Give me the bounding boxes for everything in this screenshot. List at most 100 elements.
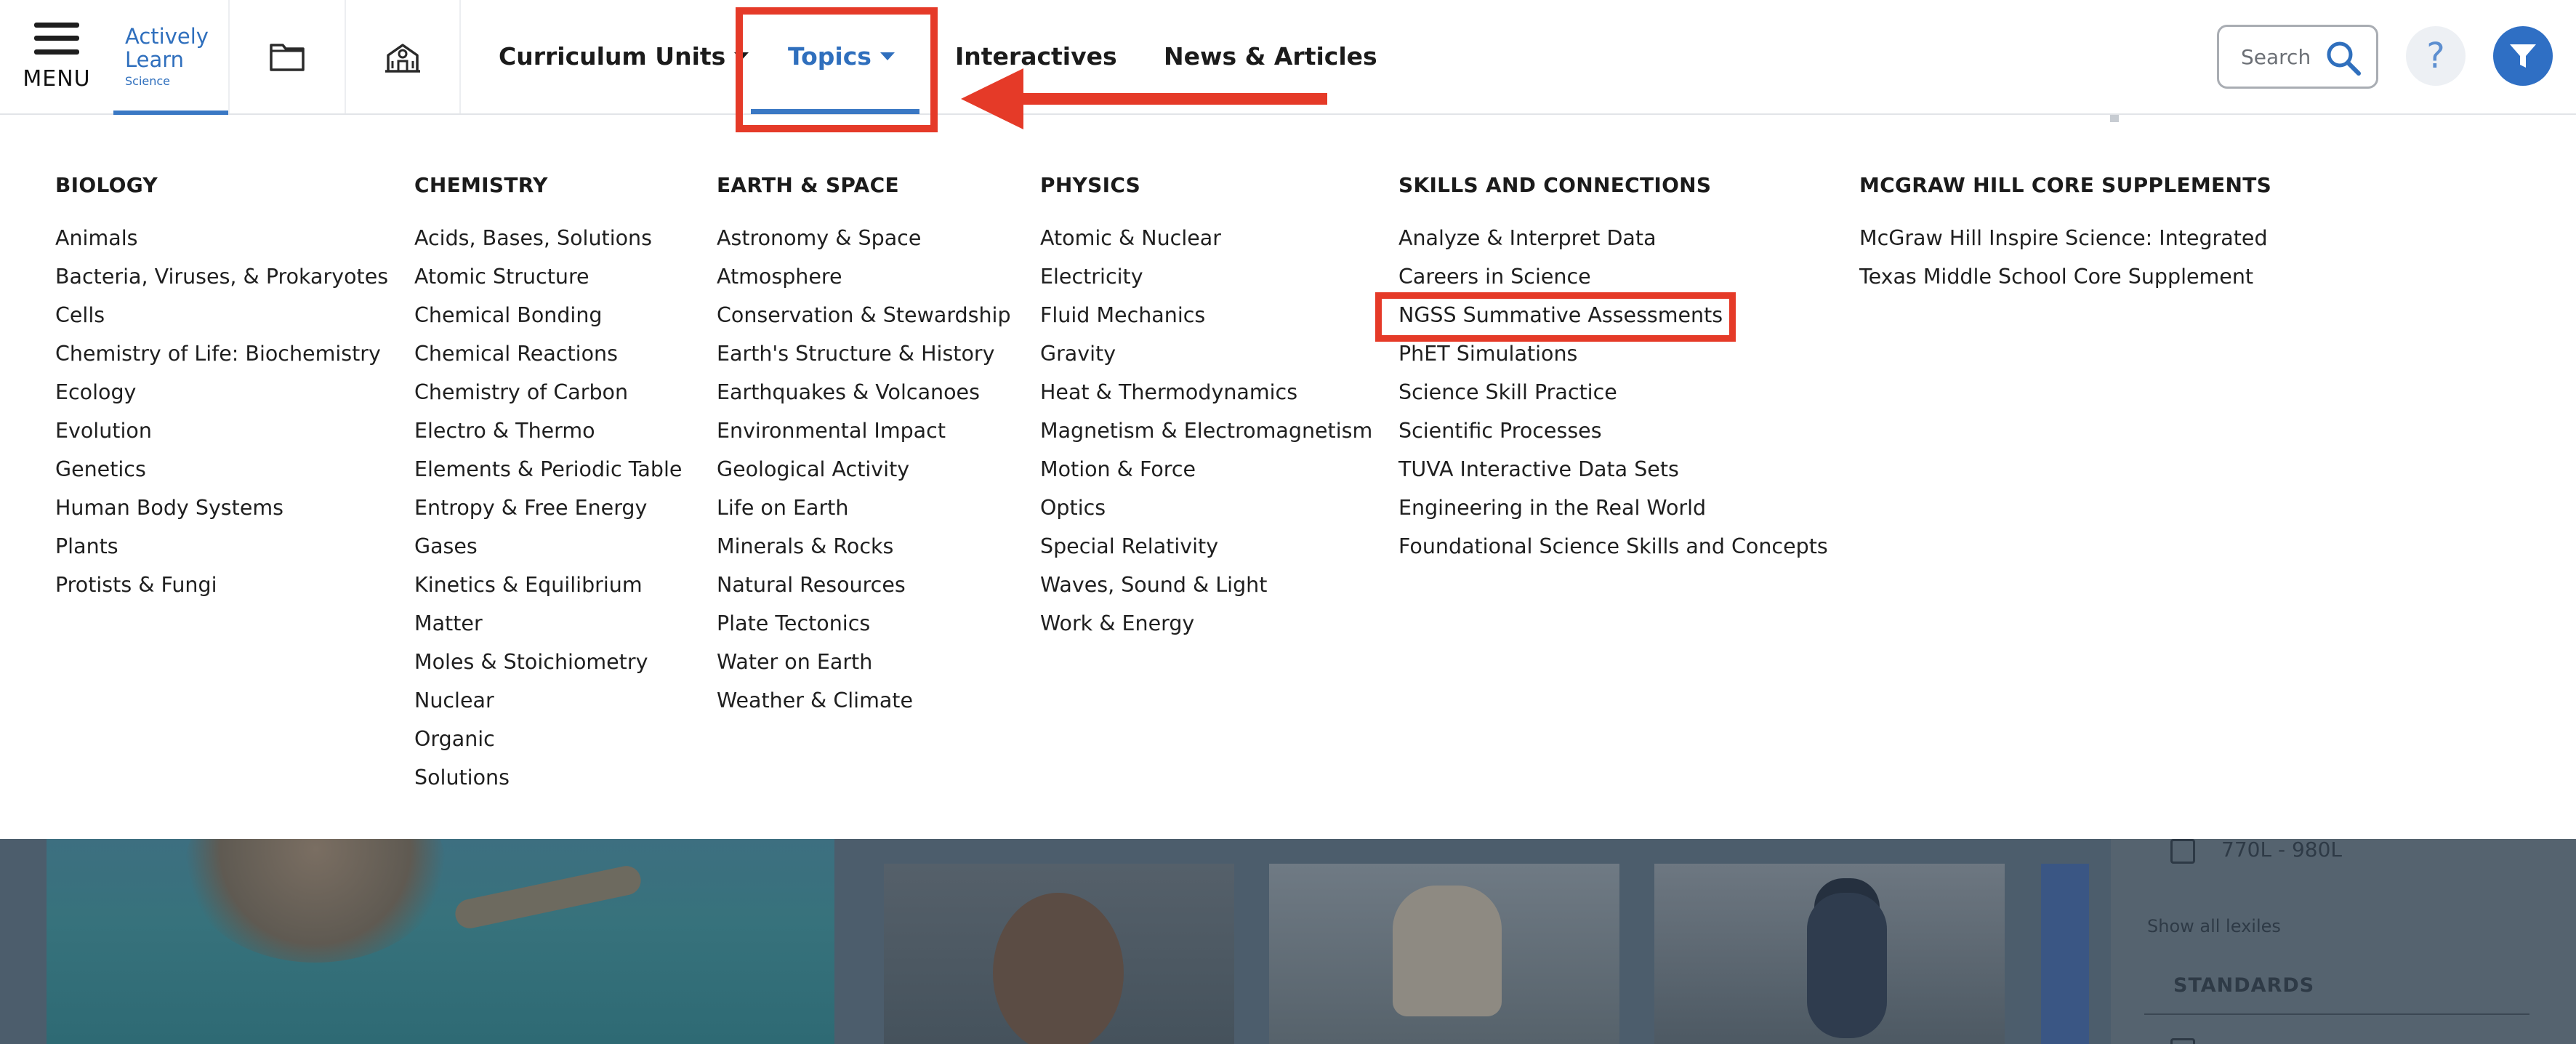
- topic-link[interactable]: Optics: [1040, 494, 1372, 532]
- topic-link[interactable]: Atomic Structure: [414, 262, 682, 301]
- actively-learn-logo[interactable]: Actively Learn Science: [113, 0, 228, 115]
- topic-link[interactable]: Elements & Periodic Table: [414, 455, 682, 494]
- topic-link[interactable]: Electro & Thermo: [414, 417, 682, 455]
- topic-link[interactable]: Entropy & Free Energy: [414, 494, 682, 532]
- topic-link[interactable]: Geological Activity: [717, 455, 1011, 494]
- topic-link[interactable]: Work & Energy: [1040, 609, 1372, 648]
- nav-curriculum-units[interactable]: Curriculum Units: [499, 39, 749, 73]
- menu-button[interactable]: MENU: [0, 0, 113, 113]
- topic-list: McGraw Hill Inspire Science: Integrated T…: [1859, 224, 2271, 301]
- topic-link[interactable]: Organic: [414, 725, 682, 763]
- topic-link[interactable]: Heat & Thermodynamics: [1040, 378, 1372, 417]
- topic-link[interactable]: Weather & Climate: [717, 686, 1011, 725]
- topic-link[interactable]: Analyze & Interpret Data: [1398, 224, 1828, 262]
- topic-link[interactable]: Plate Tectonics: [717, 609, 1011, 648]
- topic-link[interactable]: Texas Middle School Core Supplement: [1859, 262, 2271, 301]
- folder-icon: [270, 44, 305, 71]
- hero-image: [47, 839, 834, 1044]
- logo-subtitle: Science: [125, 74, 171, 88]
- topic-link[interactable]: Moles & Stoichiometry: [414, 648, 682, 686]
- topic-link[interactable]: Minerals & Rocks: [717, 532, 1011, 571]
- annotation-highlight-topics: [736, 7, 938, 132]
- topic-link[interactable]: Ecology: [55, 378, 388, 417]
- topic-link[interactable]: Life on Earth: [717, 494, 1011, 532]
- search-icon[interactable]: [2322, 37, 2364, 79]
- topic-link[interactable]: Evolution: [55, 417, 388, 455]
- topic-link[interactable]: Engineering in the Real World: [1398, 494, 1828, 532]
- standards-heading: STANDARDS: [2173, 974, 2315, 997]
- topic-link[interactable]: McGraw Hill Inspire Science: Integrated: [1859, 224, 2271, 262]
- topic-link[interactable]: Astronomy & Space: [717, 224, 1011, 262]
- topic-link[interactable]: Natural Resources: [717, 571, 1011, 609]
- help-icon: ?: [2426, 36, 2445, 76]
- topic-link[interactable]: Plants: [55, 532, 388, 571]
- topic-link[interactable]: Water on Earth: [717, 648, 1011, 686]
- topic-link[interactable]: Earth's Structure & History: [717, 340, 1011, 378]
- topic-link[interactable]: Earthquakes & Volcanoes: [717, 378, 1011, 417]
- topic-link[interactable]: Cells: [55, 301, 388, 340]
- topic-link[interactable]: Animals: [55, 224, 388, 262]
- topic-list: Acids, Bases, Solutions Atomic Structure C…: [414, 224, 682, 802]
- topic-link[interactable]: Science Skill Practice: [1398, 378, 1828, 417]
- topic-link[interactable]: Magnetism & Electromagnetism: [1040, 417, 1372, 455]
- topic-link[interactable]: Acids, Bases, Solutions: [414, 224, 682, 262]
- hero-image-swimmer: [185, 839, 446, 963]
- topic-link[interactable]: Chemistry of Carbon: [414, 378, 682, 417]
- article-thumbnail[interactable]: [884, 864, 1234, 1044]
- topic-list: Analyze & Interpret Data Careers in Scien…: [1398, 224, 1828, 571]
- topic-column-skills-connections: SKILLS AND CONNECTIONS Analyze & Interpre…: [1398, 173, 1828, 571]
- topic-link[interactable]: Scientific Processes: [1398, 417, 1828, 455]
- school-button[interactable]: [345, 0, 461, 113]
- topic-link[interactable]: Atomic & Nuclear: [1040, 224, 1372, 262]
- topic-link[interactable]: Matter: [414, 609, 682, 648]
- topic-link[interactable]: Fluid Mechanics: [1040, 301, 1372, 340]
- lexile-option-label: 770L - 980L: [2221, 839, 2342, 862]
- topic-link[interactable]: Foundational Science Skills and Concepts: [1398, 532, 1828, 571]
- topic-link[interactable]: Chemical Reactions: [414, 340, 682, 378]
- topic-link[interactable]: Motion & Force: [1040, 455, 1372, 494]
- article-thumbnail[interactable]: [1269, 864, 1619, 1044]
- search-box: [2217, 25, 2378, 89]
- logo-line1: Actively: [125, 24, 209, 49]
- article-thumbnail[interactable]: [1654, 864, 2005, 1044]
- topic-link[interactable]: Human Body Systems: [55, 494, 388, 532]
- topic-link[interactable]: Nuclear: [414, 686, 682, 725]
- topic-column-heading: CHEMISTRY: [414, 173, 548, 197]
- show-all-lexiles-link[interactable]: Show all lexiles: [2147, 916, 2281, 936]
- search-input[interactable]: [2241, 44, 2319, 69]
- topic-link[interactable]: Protists & Fungi: [55, 571, 388, 609]
- divider: [2110, 115, 2119, 122]
- topic-link[interactable]: Bacteria, Viruses, & Prokaryotes: [55, 262, 388, 301]
- topic-link[interactable]: PhET Simulations: [1398, 340, 1828, 378]
- menu-label: MENU: [23, 65, 91, 92]
- topic-column-physics: PHYSICS Atomic & Nuclear Electricity Fluid …: [1040, 173, 1372, 648]
- topic-link[interactable]: Environmental Impact: [717, 417, 1011, 455]
- help-button[interactable]: ?: [2406, 26, 2466, 86]
- topic-link[interactable]: Chemistry of Life: Biochemistry: [55, 340, 388, 378]
- topic-column-biology: BIOLOGY Animals Bacteria, Viruses, & Proka…: [55, 173, 388, 609]
- topic-column-heading: EARTH & SPACE: [717, 173, 899, 197]
- topic-link[interactable]: Solutions: [414, 763, 682, 802]
- filter-button[interactable]: [2493, 26, 2553, 86]
- topic-link[interactable]: Waves, Sound & Light: [1040, 571, 1372, 609]
- topic-link[interactable]: Special Relativity: [1040, 532, 1372, 571]
- topic-link[interactable]: Electricity: [1040, 262, 1372, 301]
- topic-column-chemistry: CHEMISTRY Acids, Bases, Solutions Atomic S…: [414, 173, 682, 802]
- topic-link[interactable]: Conservation & Stewardship: [717, 301, 1011, 340]
- standards-checkbox[interactable]: [2170, 1038, 2195, 1044]
- topic-link[interactable]: TUVA Interactive Data Sets: [1398, 455, 1828, 494]
- topic-link[interactable]: Genetics: [55, 455, 388, 494]
- topic-column-heading: MCGRAW HILL CORE SUPPLEMENTS: [1859, 173, 2272, 197]
- topic-link[interactable]: Gases: [414, 532, 682, 571]
- topic-link[interactable]: Chemical Bonding: [414, 301, 682, 340]
- library-button[interactable]: [228, 0, 345, 113]
- article-thumbnail[interactable]: [2041, 864, 2089, 1044]
- divider: [2144, 1013, 2529, 1015]
- topic-link[interactable]: Atmosphere: [717, 262, 1011, 301]
- hamburger-icon: [34, 22, 79, 55]
- topic-column-mcgraw-hill: MCGRAW HILL CORE SUPPLEMENTS McGraw Hill …: [1859, 173, 2271, 301]
- lexile-checkbox[interactable]: [2170, 839, 2195, 864]
- topic-link[interactable]: Kinetics & Equilibrium: [414, 571, 682, 609]
- topic-column-heading: BIOLOGY: [55, 173, 158, 197]
- topic-link[interactable]: Gravity: [1040, 340, 1372, 378]
